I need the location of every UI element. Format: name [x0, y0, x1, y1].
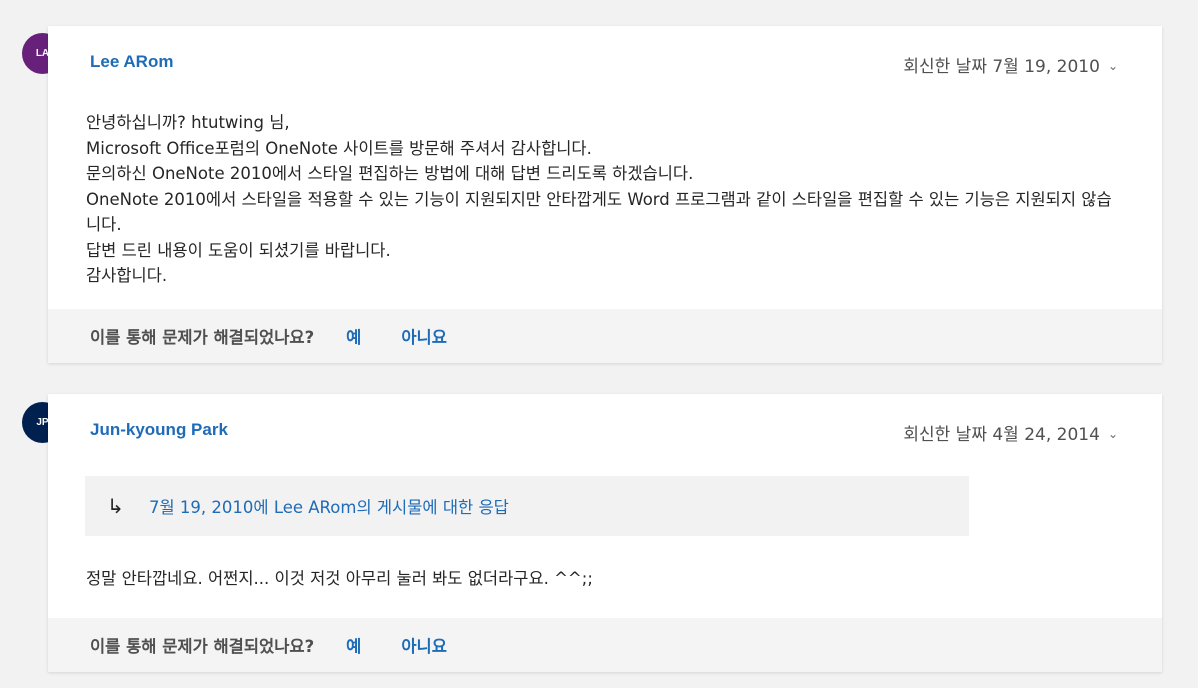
feedback-question: 이를 통해 문제가 해결되었나요? — [90, 328, 315, 347]
body-line: 감사합니다. — [86, 266, 168, 285]
reply-card: Jun-kyoung Park 회신한 날짜 4월 24, 2014 ⌄ ↳ 7… — [48, 394, 1162, 672]
no-button[interactable]: 아니요 — [401, 324, 447, 348]
body-line: 답변 드린 내용이 도움이 되셨기를 바랍니다. — [86, 240, 391, 260]
reply-date[interactable]: 회신한 날짜 7월 19, 2010 ⌄ — [903, 52, 1118, 77]
body-line: 안녕하십니까? htutwing 님, — [86, 113, 290, 132]
feedback-question: 이를 통해 문제가 해결되었나요? — [90, 637, 315, 656]
yes-button[interactable]: 예 — [346, 633, 361, 657]
quoted-post-link[interactable]: 7월 19, 2010에 Lee ARom의 게시물에 대한 응답 — [149, 494, 509, 518]
yes-button[interactable]: 예 — [346, 324, 361, 348]
reply-date-text: 회신한 날짜 4월 24, 2014 — [903, 425, 1100, 445]
no-button[interactable]: 아니요 — [401, 633, 447, 657]
helpful-feedback-bar: 이를 통해 문제가 해결되었나요? 예 아니요 — [48, 309, 1162, 363]
reply-card: Lee ARom 회신한 날짜 7월 19, 2010 ⌄ 안녕하십니까? ht… — [48, 26, 1162, 363]
chevron-down-icon[interactable]: ⌄ — [1108, 427, 1118, 441]
reply-arrow-icon: ↳ — [107, 494, 124, 518]
reply-body: 안녕하십니까? htutwing 님, Microsoft Office포럼의 … — [86, 110, 1126, 289]
body-line: Microsoft Office포럼의 OneNote 사이트를 방문해 주셔서… — [86, 138, 592, 158]
reply-date-text: 회신한 날짜 7월 19, 2010 — [903, 57, 1100, 77]
body-line: 문의하신 OneNote 2010에서 스타일 편집하는 방법에 대해 답변 드… — [86, 164, 694, 183]
reply-date[interactable]: 회신한 날짜 4월 24, 2014 ⌄ — [903, 420, 1118, 445]
chevron-down-icon[interactable]: ⌄ — [1108, 59, 1118, 73]
quoted-reply-reference: ↳ 7월 19, 2010에 Lee ARom의 게시물에 대한 응답 — [85, 476, 969, 536]
body-line: OneNote 2010에서 스타일을 적용할 수 있는 기능이 지원되지만 안… — [86, 189, 1112, 235]
reply-body: 정말 안타깝네요. 어쩐지... 이것 저것 아무리 눌러 봐도 없더라구요. … — [86, 569, 593, 588]
helpful-feedback-bar: 이를 통해 문제가 해결되었나요? 예 아니요 — [48, 618, 1162, 672]
author-name[interactable]: Jun-kyoung Park — [90, 420, 228, 440]
author-name[interactable]: Lee ARom — [90, 52, 173, 72]
